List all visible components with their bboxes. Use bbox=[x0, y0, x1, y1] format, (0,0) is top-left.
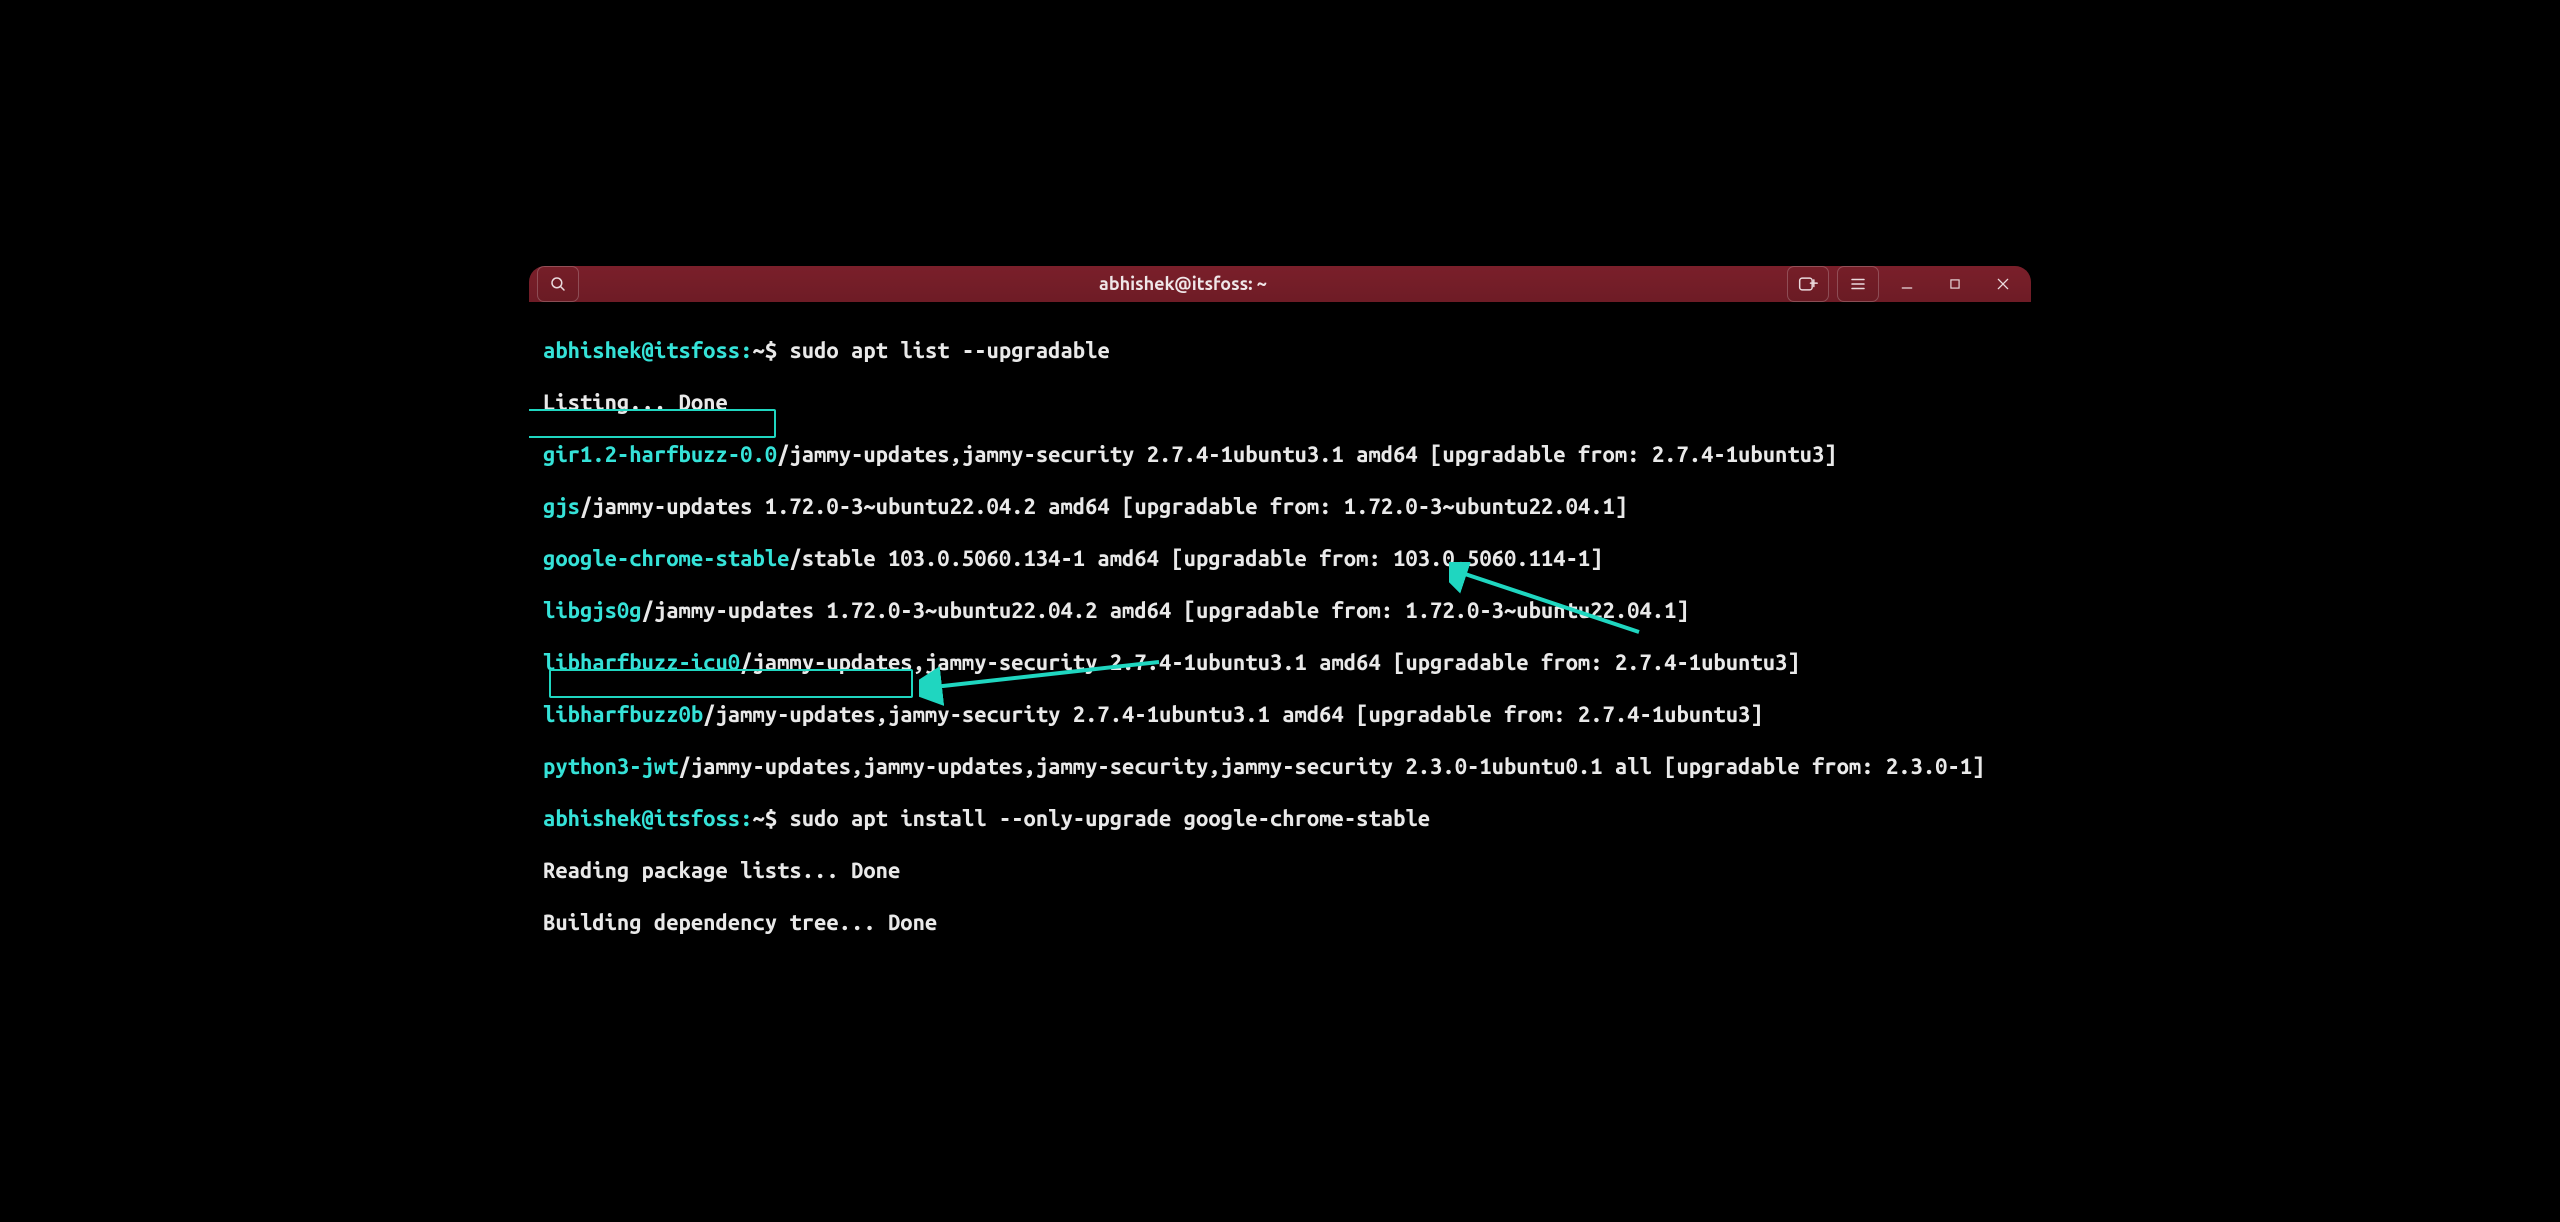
prompt-path: ~ bbox=[752, 806, 764, 831]
package-rest: /jammy-updates,jammy-security 2.7.4-1ubu… bbox=[740, 650, 1800, 675]
package-rest: /jammy-updates,jammy-security 2.7.4-1ubu… bbox=[777, 442, 1837, 467]
close-button[interactable] bbox=[1983, 267, 2023, 301]
command-text: sudo apt list --upgradable bbox=[789, 338, 1109, 363]
package-name: gir1.2-harfbuzz-0.0 bbox=[543, 442, 777, 467]
search-button[interactable] bbox=[537, 266, 579, 302]
package-name: libgjs0g bbox=[543, 598, 642, 623]
terminal-window: abhishek@itsfoss: ~ bbox=[529, 266, 2031, 956]
prompt-sep: : bbox=[740, 338, 752, 363]
hamburger-icon bbox=[1849, 275, 1867, 293]
package-rest: /jammy-updates,jammy-security 2.7.4-1ubu… bbox=[703, 702, 1763, 727]
package-rest: /jammy-updates 1.72.0-3~ubuntu22.04.2 am… bbox=[580, 494, 1627, 519]
prompt-symbol: $ bbox=[765, 806, 777, 831]
minimize-button[interactable] bbox=[1887, 267, 1927, 301]
terminal-line: libharfbuzz0b/jammy-updates,jammy-securi… bbox=[543, 702, 2017, 728]
package-name: libharfbuzz-icu0 bbox=[543, 650, 740, 675]
prompt-path: ~ bbox=[752, 338, 764, 363]
prompt-user-host: abhishek@itsfoss bbox=[543, 806, 740, 831]
prompt-symbol: $ bbox=[765, 338, 777, 363]
package-name: google-chrome-stable bbox=[543, 546, 789, 571]
search-icon bbox=[549, 275, 567, 293]
terminal-line: abhishek@itsfoss:~$ sudo apt install --o… bbox=[543, 806, 2017, 832]
package-name: libharfbuzz0b bbox=[543, 702, 703, 727]
terminal-body[interactable]: abhishek@itsfoss:~$ sudo apt list --upgr… bbox=[529, 302, 2031, 956]
terminal-line: gir1.2-harfbuzz-0.0/jammy-updates,jammy-… bbox=[543, 442, 2017, 468]
window-title: abhishek@itsfoss: ~ bbox=[587, 274, 1779, 294]
new-tab-button[interactable] bbox=[1787, 266, 1829, 302]
maximize-button[interactable] bbox=[1935, 267, 1975, 301]
package-name: python3-jwt bbox=[543, 754, 679, 779]
package-rest: /jammy-updates 1.72.0-3~ubuntu22.04.2 am… bbox=[642, 598, 1689, 623]
terminal-line: Listing... Done bbox=[543, 390, 2017, 416]
terminal-line: python3-jwt/jammy-updates,jammy-updates,… bbox=[543, 754, 2017, 780]
minimize-icon bbox=[1899, 276, 1915, 292]
close-icon bbox=[1995, 276, 2011, 292]
titlebar: abhishek@itsfoss: ~ bbox=[529, 266, 2031, 302]
package-rest: /stable 103.0.5060.134-1 amd64 [upgradab… bbox=[789, 546, 1602, 571]
maximize-icon bbox=[1948, 277, 1962, 291]
package-rest: /jammy-updates,jammy-updates,jammy-secur… bbox=[679, 754, 1985, 779]
package-name: gjs bbox=[543, 494, 580, 519]
terminal-line: libharfbuzz-icu0/jammy-updates,jammy-sec… bbox=[543, 650, 2017, 676]
prompt-user-host: abhishek@itsfoss bbox=[543, 338, 740, 363]
terminal-line: Reading package lists... Done bbox=[543, 858, 2017, 884]
terminal-line: gjs/jammy-updates 1.72.0-3~ubuntu22.04.2… bbox=[543, 494, 2017, 520]
terminal-line: google-chrome-stable/stable 103.0.5060.1… bbox=[543, 546, 2017, 572]
command-text: sudo apt install --only-upgrade google-c… bbox=[789, 806, 1430, 831]
prompt-sep: : bbox=[740, 806, 752, 831]
terminal-line: abhishek@itsfoss:~$ sudo apt list --upgr… bbox=[543, 338, 2017, 364]
terminal-line: libgjs0g/jammy-updates 1.72.0-3~ubuntu22… bbox=[543, 598, 2017, 624]
new-tab-icon bbox=[1798, 275, 1818, 293]
terminal-line: Building dependency tree... Done bbox=[543, 910, 2017, 936]
menu-button[interactable] bbox=[1837, 266, 1879, 302]
